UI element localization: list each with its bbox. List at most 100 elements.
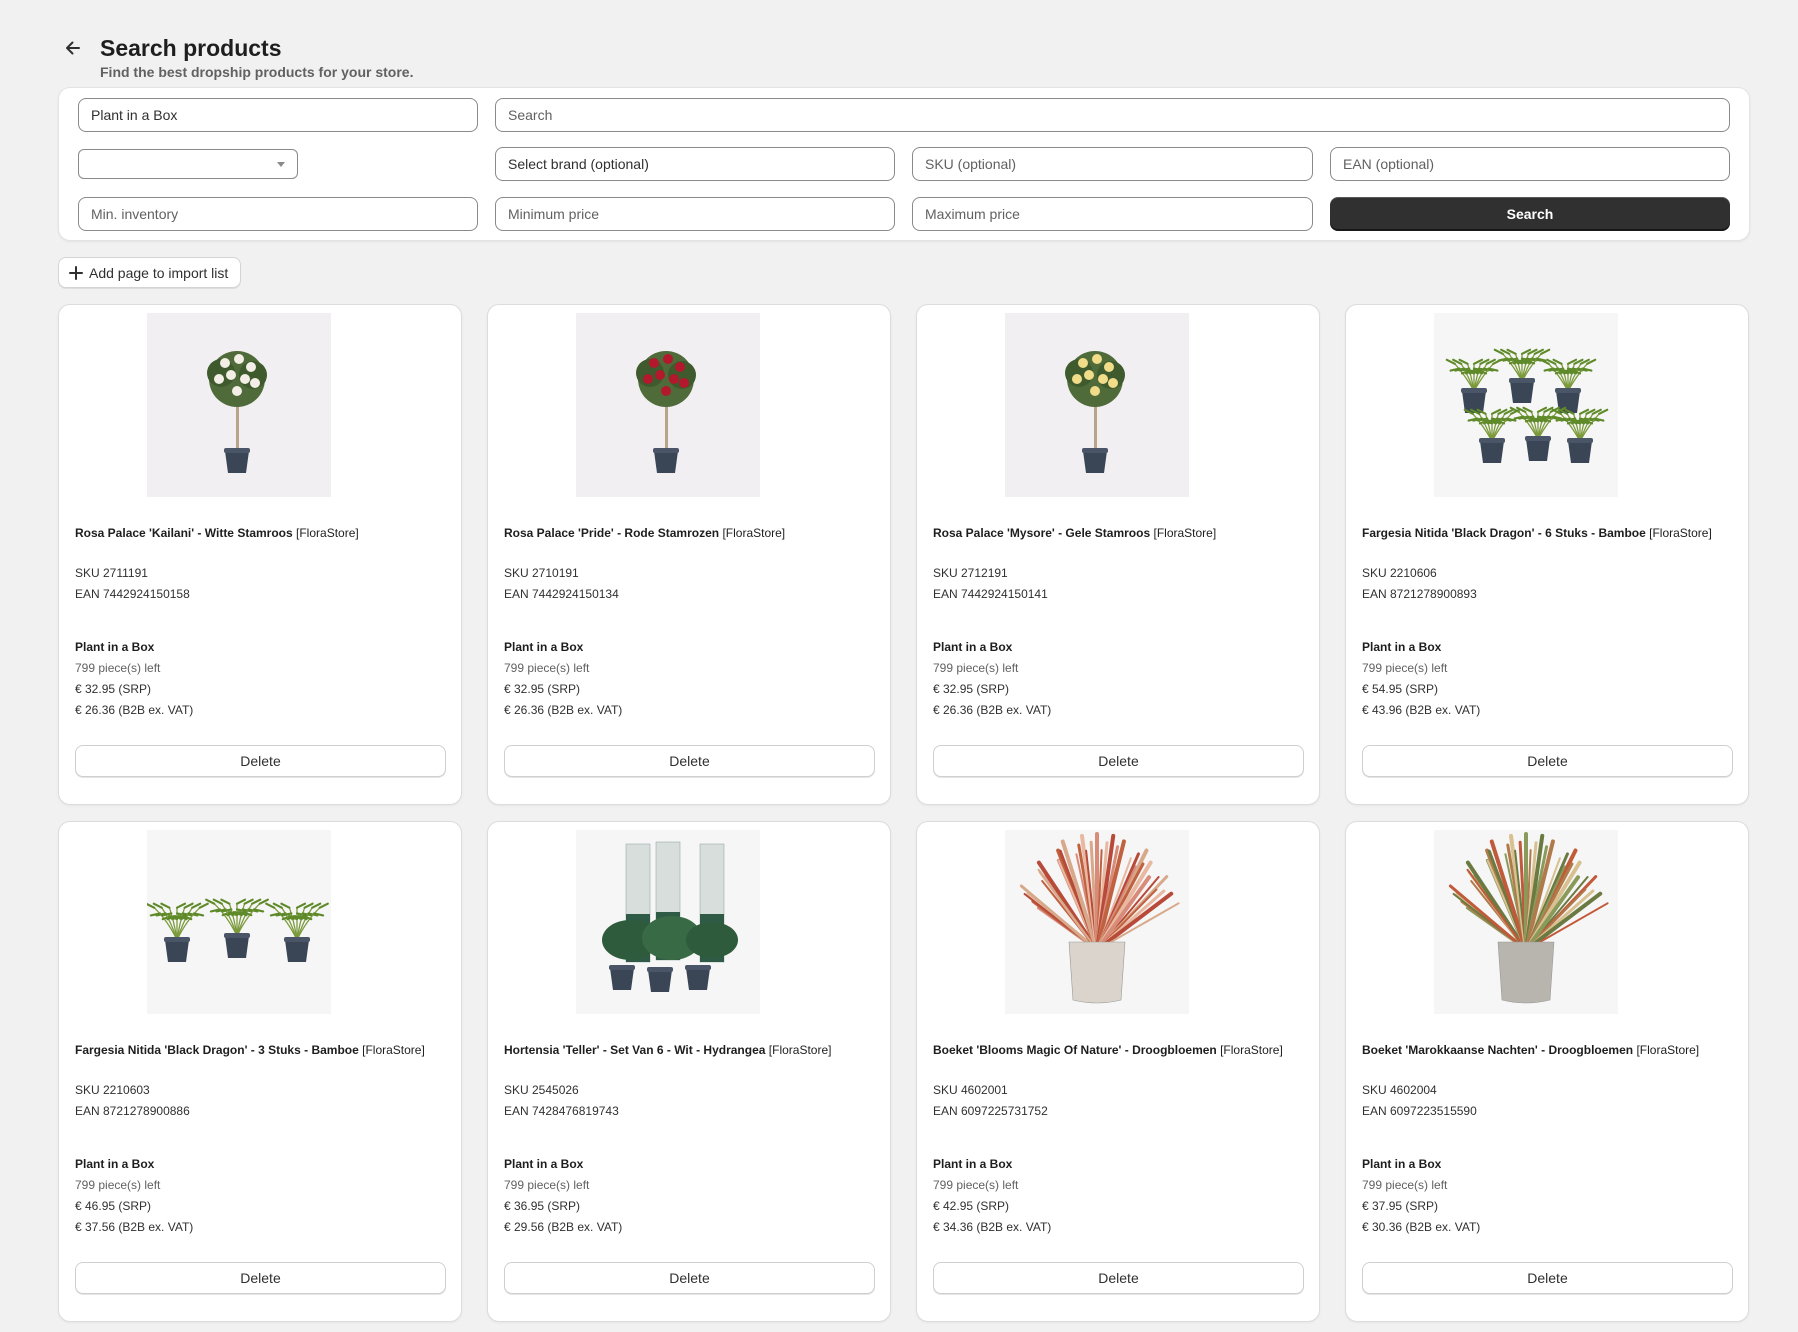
product-card: Boeket 'Marokkaanse Nachten' - Droogbloe… <box>1345 821 1749 1322</box>
product-card: Boeket 'Blooms Magic Of Nature' - Droogb… <box>916 821 1320 1322</box>
product-srp-price: € 42.95 (SRP) <box>933 1199 1010 1213</box>
product-name: Rosa Palace 'Kailani' - Witte Stamroos <box>75 526 293 540</box>
product-image[interactable] <box>147 313 331 497</box>
product-sku: SKU 4602004 <box>1362 1083 1437 1097</box>
supplier-input-field[interactable] <box>91 107 465 123</box>
product-sku: SKU 2711191 <box>75 566 148 580</box>
product-stock: 799 piece(s) left <box>1362 661 1448 675</box>
sku-input[interactable] <box>912 147 1313 181</box>
product-name: Boeket 'Marokkaanse Nachten' - Droogbloe… <box>1362 1043 1634 1057</box>
product-title: Hortensia 'Teller' - Set Van 6 - Wit - H… <box>504 1042 874 1058</box>
product-ean: EAN 7428476819743 <box>504 1104 619 1118</box>
product-store: [FloraStore] <box>1220 1043 1283 1057</box>
product-supplier: Plant in a Box <box>504 640 584 654</box>
product-store: [FloraStore] <box>362 1043 425 1057</box>
delete-button[interactable]: Delete <box>1362 1262 1733 1294</box>
product-name: Fargesia Nitida 'Black Dragon' - 6 Stuks… <box>1362 526 1646 540</box>
product-card: Fargesia Nitida 'Black Dragon' - 6 Stuks… <box>1345 304 1749 805</box>
product-srp-price: € 32.95 (SRP) <box>933 682 1010 696</box>
product-stock: 799 piece(s) left <box>933 661 1019 675</box>
product-store: [FloraStore] <box>1153 526 1217 540</box>
product-ean: EAN 8721278900893 <box>1362 587 1477 601</box>
search-input[interactable] <box>495 98 1730 132</box>
product-title: Fargesia Nitida 'Black Dragon' - 6 Stuks… <box>1362 525 1732 541</box>
plus-icon <box>69 265 83 280</box>
product-card: Rosa Palace 'Mysore' - Gele Stamroos [Fl… <box>916 304 1320 805</box>
delete-button[interactable]: Delete <box>933 745 1304 777</box>
product-sku: SKU 2710191 <box>504 566 579 580</box>
supplier-input[interactable] <box>78 98 478 132</box>
product-sku: SKU 4602001 <box>933 1083 1008 1097</box>
product-ean: EAN 6097225731752 <box>933 1104 1048 1118</box>
product-image[interactable] <box>1005 830 1189 1014</box>
product-b2b-price: € 29.56 (B2B ex. VAT) <box>504 1220 623 1234</box>
product-b2b-price: € 34.36 (B2B ex. VAT) <box>933 1220 1052 1234</box>
product-sku: SKU 2712191 <box>933 566 1008 580</box>
product-image[interactable] <box>1434 313 1618 497</box>
product-name: Rosa Palace 'Mysore' - Gele Stamroos <box>933 526 1151 540</box>
product-b2b-price: € 26.36 (B2B ex. VAT) <box>504 703 623 717</box>
product-image[interactable] <box>576 313 760 497</box>
product-card: Rosa Palace 'Pride' - Rode Stamrozen [Fl… <box>487 304 891 805</box>
max-price-input[interactable] <box>912 197 1313 231</box>
product-ean: EAN 8721278900886 <box>75 1104 190 1118</box>
category-select[interactable] <box>78 149 298 179</box>
min-price-input[interactable] <box>495 197 895 231</box>
brand-select-label: Select brand (optional) <box>508 156 649 172</box>
product-supplier: Plant in a Box <box>75 640 155 654</box>
product-image-illustration <box>1448 832 1609 1004</box>
search-button[interactable]: Search <box>1330 197 1730 231</box>
product-store: [FloraStore] <box>722 526 786 540</box>
product-ean: EAN 7442924150158 <box>75 587 190 601</box>
product-store: [FloraStore] <box>768 1043 832 1057</box>
delete-button[interactable]: Delete <box>1362 745 1733 777</box>
min-inventory-input-field[interactable] <box>91 206 465 222</box>
product-b2b-price: € 37.56 (B2B ex. VAT) <box>75 1220 194 1234</box>
add-page-to-import-list-button[interactable]: Add page to import list <box>58 257 242 288</box>
delete-button[interactable]: Delete <box>75 745 446 777</box>
product-card: Fargesia Nitida 'Black Dragon' - 3 Stuks… <box>58 821 462 1322</box>
page-header: Search products Find the best dropship p… <box>58 30 413 80</box>
search-input-field[interactable] <box>508 107 1717 123</box>
product-title: Rosa Palace 'Mysore' - Gele Stamroos [Fl… <box>933 525 1303 541</box>
product-b2b-price: € 30.36 (B2B ex. VAT) <box>1362 1220 1481 1234</box>
product-ean: EAN 6097223515590 <box>1362 1104 1477 1118</box>
product-sku: SKU 2545026 <box>504 1083 579 1097</box>
product-image[interactable] <box>1005 313 1189 497</box>
product-card: Rosa Palace 'Kailani' - Witte Stamroos [… <box>58 304 462 805</box>
product-sku: SKU 2210606 <box>1362 566 1437 580</box>
max-price-input-field[interactable] <box>925 206 1300 222</box>
product-supplier: Plant in a Box <box>1362 640 1442 654</box>
sku-input-field[interactable] <box>925 156 1300 172</box>
page: Search products Find the best dropship p… <box>0 0 1798 1332</box>
arrow-left-icon <box>66 41 80 55</box>
product-store: [FloraStore] <box>296 526 359 540</box>
product-image[interactable] <box>147 830 331 1014</box>
product-name: Rosa Palace 'Pride' - Rode Stamrozen <box>504 526 720 540</box>
product-srp-price: € 36.95 (SRP) <box>504 1199 581 1213</box>
product-title: Fargesia Nitida 'Black Dragon' - 3 Stuks… <box>75 1042 445 1058</box>
ean-input[interactable] <box>1330 147 1730 181</box>
back-button[interactable] <box>58 33 88 63</box>
min-inventory-input[interactable] <box>78 197 478 231</box>
filter-card: Select brand (optional) Search <box>58 87 1750 241</box>
product-image[interactable] <box>576 830 760 1014</box>
product-b2b-price: € 26.36 (B2B ex. VAT) <box>933 703 1052 717</box>
min-price-input-field[interactable] <box>508 206 882 222</box>
delete-button[interactable]: Delete <box>75 1262 446 1294</box>
delete-button[interactable]: Delete <box>504 745 875 777</box>
brand-select[interactable]: Select brand (optional) <box>495 147 895 181</box>
ean-input-field[interactable] <box>1343 156 1717 172</box>
product-stock: 799 piece(s) left <box>933 1178 1019 1192</box>
product-image-illustration <box>1019 832 1180 1004</box>
product-supplier: Plant in a Box <box>504 1157 584 1171</box>
product-ean: EAN 7442924150141 <box>933 587 1048 601</box>
delete-button[interactable]: Delete <box>504 1262 875 1294</box>
product-stock: 799 piece(s) left <box>504 1178 590 1192</box>
product-image[interactable] <box>1434 830 1618 1014</box>
delete-button[interactable]: Delete <box>933 1262 1304 1294</box>
product-ean: EAN 7442924150134 <box>504 587 619 601</box>
product-stock: 799 piece(s) left <box>75 661 161 675</box>
product-srp-price: € 32.95 (SRP) <box>75 682 152 696</box>
add-page-label: Add page to import list <box>89 264 229 281</box>
